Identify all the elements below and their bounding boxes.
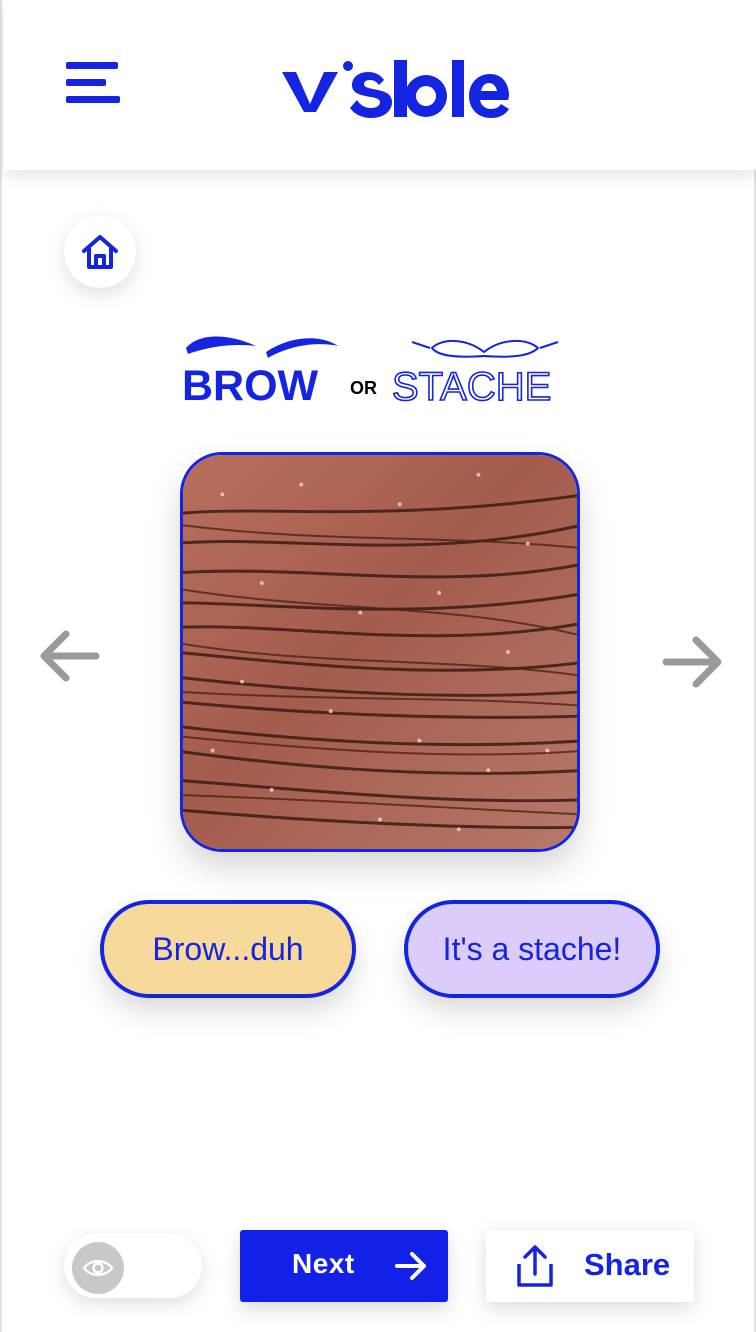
share-icon	[517, 1245, 553, 1287]
visibility-toggle[interactable]	[64, 1234, 202, 1298]
eye-icon	[82, 1260, 114, 1276]
next-button[interactable]: Next	[240, 1230, 448, 1302]
hair-photo	[180, 452, 580, 852]
brow-or-stache-title: BROW OR STACHE	[182, 336, 559, 410]
arrow-right-icon[interactable]	[660, 634, 724, 690]
arrow-left-icon[interactable]	[38, 628, 102, 684]
toggle-knob	[72, 1242, 124, 1294]
arrow-right-icon	[395, 1252, 426, 1280]
hamburger-menu-icon[interactable]	[64, 58, 122, 108]
title-or: OR	[350, 378, 377, 398]
visible-logo[interactable]	[280, 46, 510, 126]
share-label: Share	[584, 1247, 671, 1282]
stache-answer-button[interactable]: It's a stache!	[404, 900, 660, 998]
share-button[interactable]: Share	[486, 1230, 694, 1302]
home-button[interactable]	[64, 216, 136, 288]
title-stache: STACHE	[392, 365, 551, 409]
top-header	[4, 0, 756, 170]
app-frame: BROW OR STACHE Brow...duh It's a stache!…	[0, 0, 756, 1332]
mustache-icon	[430, 340, 540, 358]
brow-answer-button[interactable]: Brow...duh	[100, 900, 356, 998]
brow-icon	[186, 336, 256, 354]
next-label: Next	[292, 1248, 355, 1279]
title-brow: BROW	[182, 362, 319, 410]
home-icon	[82, 235, 118, 269]
